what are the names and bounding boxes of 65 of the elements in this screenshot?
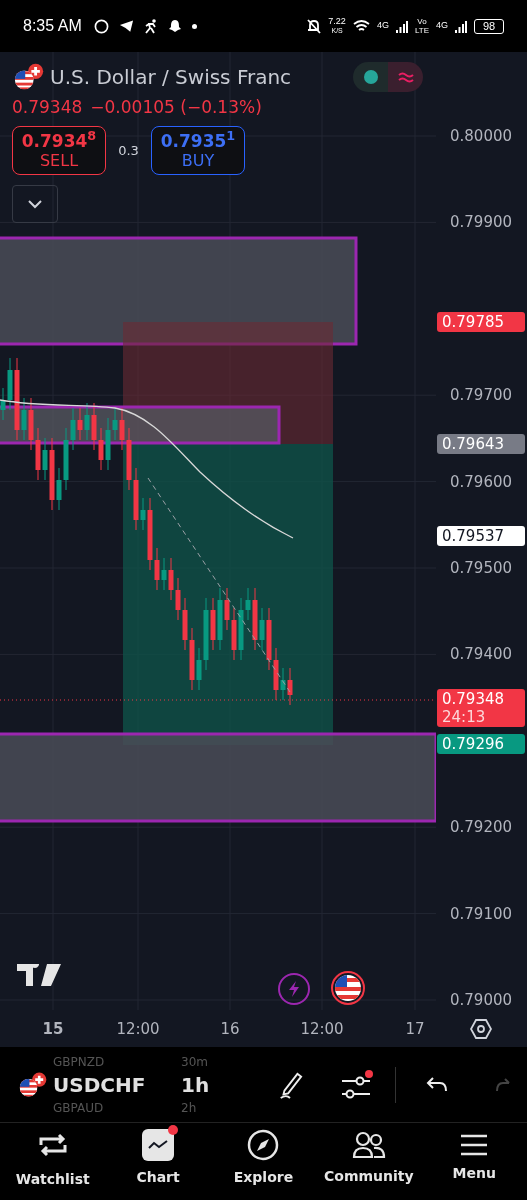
time-label: 16 (220, 1019, 240, 1040)
network-speed: 7.22 (328, 17, 346, 26)
settings-icon[interactable] (470, 1018, 492, 1040)
news-event-icon[interactable] (331, 971, 365, 1005)
battery-level: 98 (474, 18, 504, 34)
time-label: 12:00 (300, 1019, 344, 1040)
runner-icon (143, 18, 158, 34)
network-type: 4G (436, 19, 448, 33)
sell-button[interactable]: 0.7934$^{8}$ SELL (12, 126, 106, 175)
buy-button[interactable]: 0.7935$^{1}$ BUY (151, 126, 245, 175)
time-label: 12:00 (116, 1019, 160, 1040)
ghost-icon (167, 19, 182, 33)
wifi-icon (352, 19, 370, 33)
price-tick: 0.79700 (450, 386, 513, 405)
price-tick: 0.80000 (450, 127, 513, 145)
price-marker: 0.79537 (437, 526, 525, 547)
nav-tab[interactable]: Chart (108, 1129, 209, 1188)
menu-icon (460, 1133, 489, 1157)
signal-icon (455, 19, 467, 33)
nav-tab[interactable]: Menu (424, 1133, 525, 1184)
stop-loss-area[interactable] (123, 322, 333, 444)
logo-icon (17, 964, 61, 986)
volte-label: Vo (417, 17, 427, 26)
spread-value: 0.3 (117, 141, 140, 160)
paper-plane-icon (118, 19, 134, 33)
network-type: 4G (376, 19, 389, 33)
signal-icon (395, 19, 408, 33)
volte-label: LTE (414, 26, 429, 35)
price-tick: 0.79600 (450, 472, 513, 491)
currency-pair-flag-icon (12, 62, 46, 92)
undo-icon[interactable] (426, 1076, 448, 1093)
last-price: 0.79348 (12, 96, 83, 118)
resistance-zone[interactable] (0, 236, 358, 346)
muted-bell-icon (307, 18, 322, 34)
price-tick: 0.79000 (450, 991, 513, 1009)
chevron-down-icon (27, 199, 43, 209)
wave-icon (397, 71, 414, 83)
expand-button[interactable] (12, 185, 58, 223)
price-marker: 0.79348 24:13 (437, 689, 525, 728)
nav-tab[interactable]: Community (318, 1130, 419, 1187)
indicators-button[interactable] (341, 1069, 373, 1100)
price-chart[interactable] (0, 52, 436, 1010)
price-tick: 0.79500 (450, 559, 513, 577)
price-marker: 0.79643 (437, 434, 525, 455)
price-tick: 0.79400 (450, 645, 513, 664)
price-tick: 0.79900 (450, 213, 513, 232)
symbol-name[interactable]: USDCHF (53, 1070, 153, 1099)
time-label: 15 (42, 1019, 64, 1040)
redo-icon[interactable] (496, 1076, 510, 1093)
people-icon (351, 1130, 386, 1160)
symbol-title: U.S. Dollar / Swiss Franc (50, 64, 292, 91)
price-change: −0.00105 (−0.13%) (90, 96, 262, 118)
time-label: 17 (405, 1019, 425, 1040)
nav-tab[interactable]: Explore (213, 1129, 314, 1188)
price-marker: 0.79296 (437, 734, 525, 755)
price-tick: 0.79200 (450, 818, 513, 837)
nav-tab[interactable]: Watchlist (2, 1127, 103, 1190)
price-marker: 0.79785 (437, 311, 525, 332)
compass-icon (247, 1129, 280, 1161)
chat-icon (93, 18, 109, 34)
clock-time: 8:35 AM (23, 16, 82, 36)
price-tick: 0.79100 (450, 904, 513, 923)
interval-name[interactable]: 1h (181, 1070, 210, 1099)
lightning-icon[interactable] (278, 973, 310, 1005)
market-status-toggle[interactable] (353, 62, 424, 92)
